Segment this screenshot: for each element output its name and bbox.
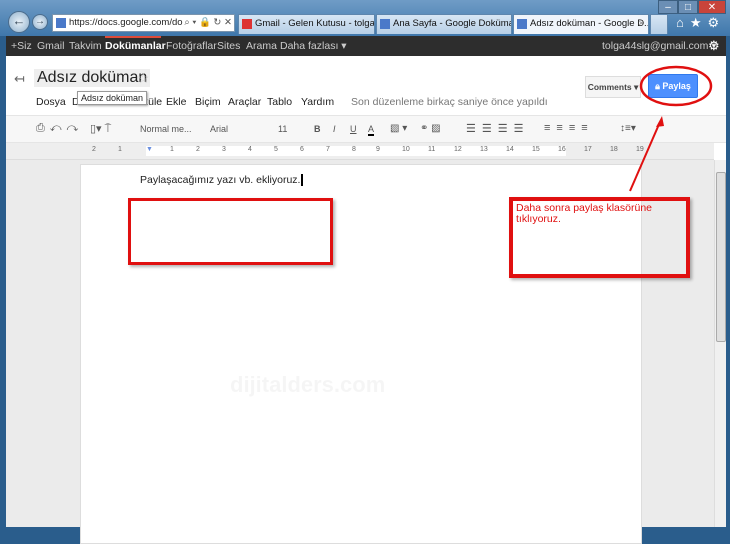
share-highlight-ellipse (639, 65, 713, 107)
annotation-arrow (629, 121, 661, 192)
arrow-head-icon (656, 116, 664, 127)
annotation-overlay (629, 65, 713, 192)
